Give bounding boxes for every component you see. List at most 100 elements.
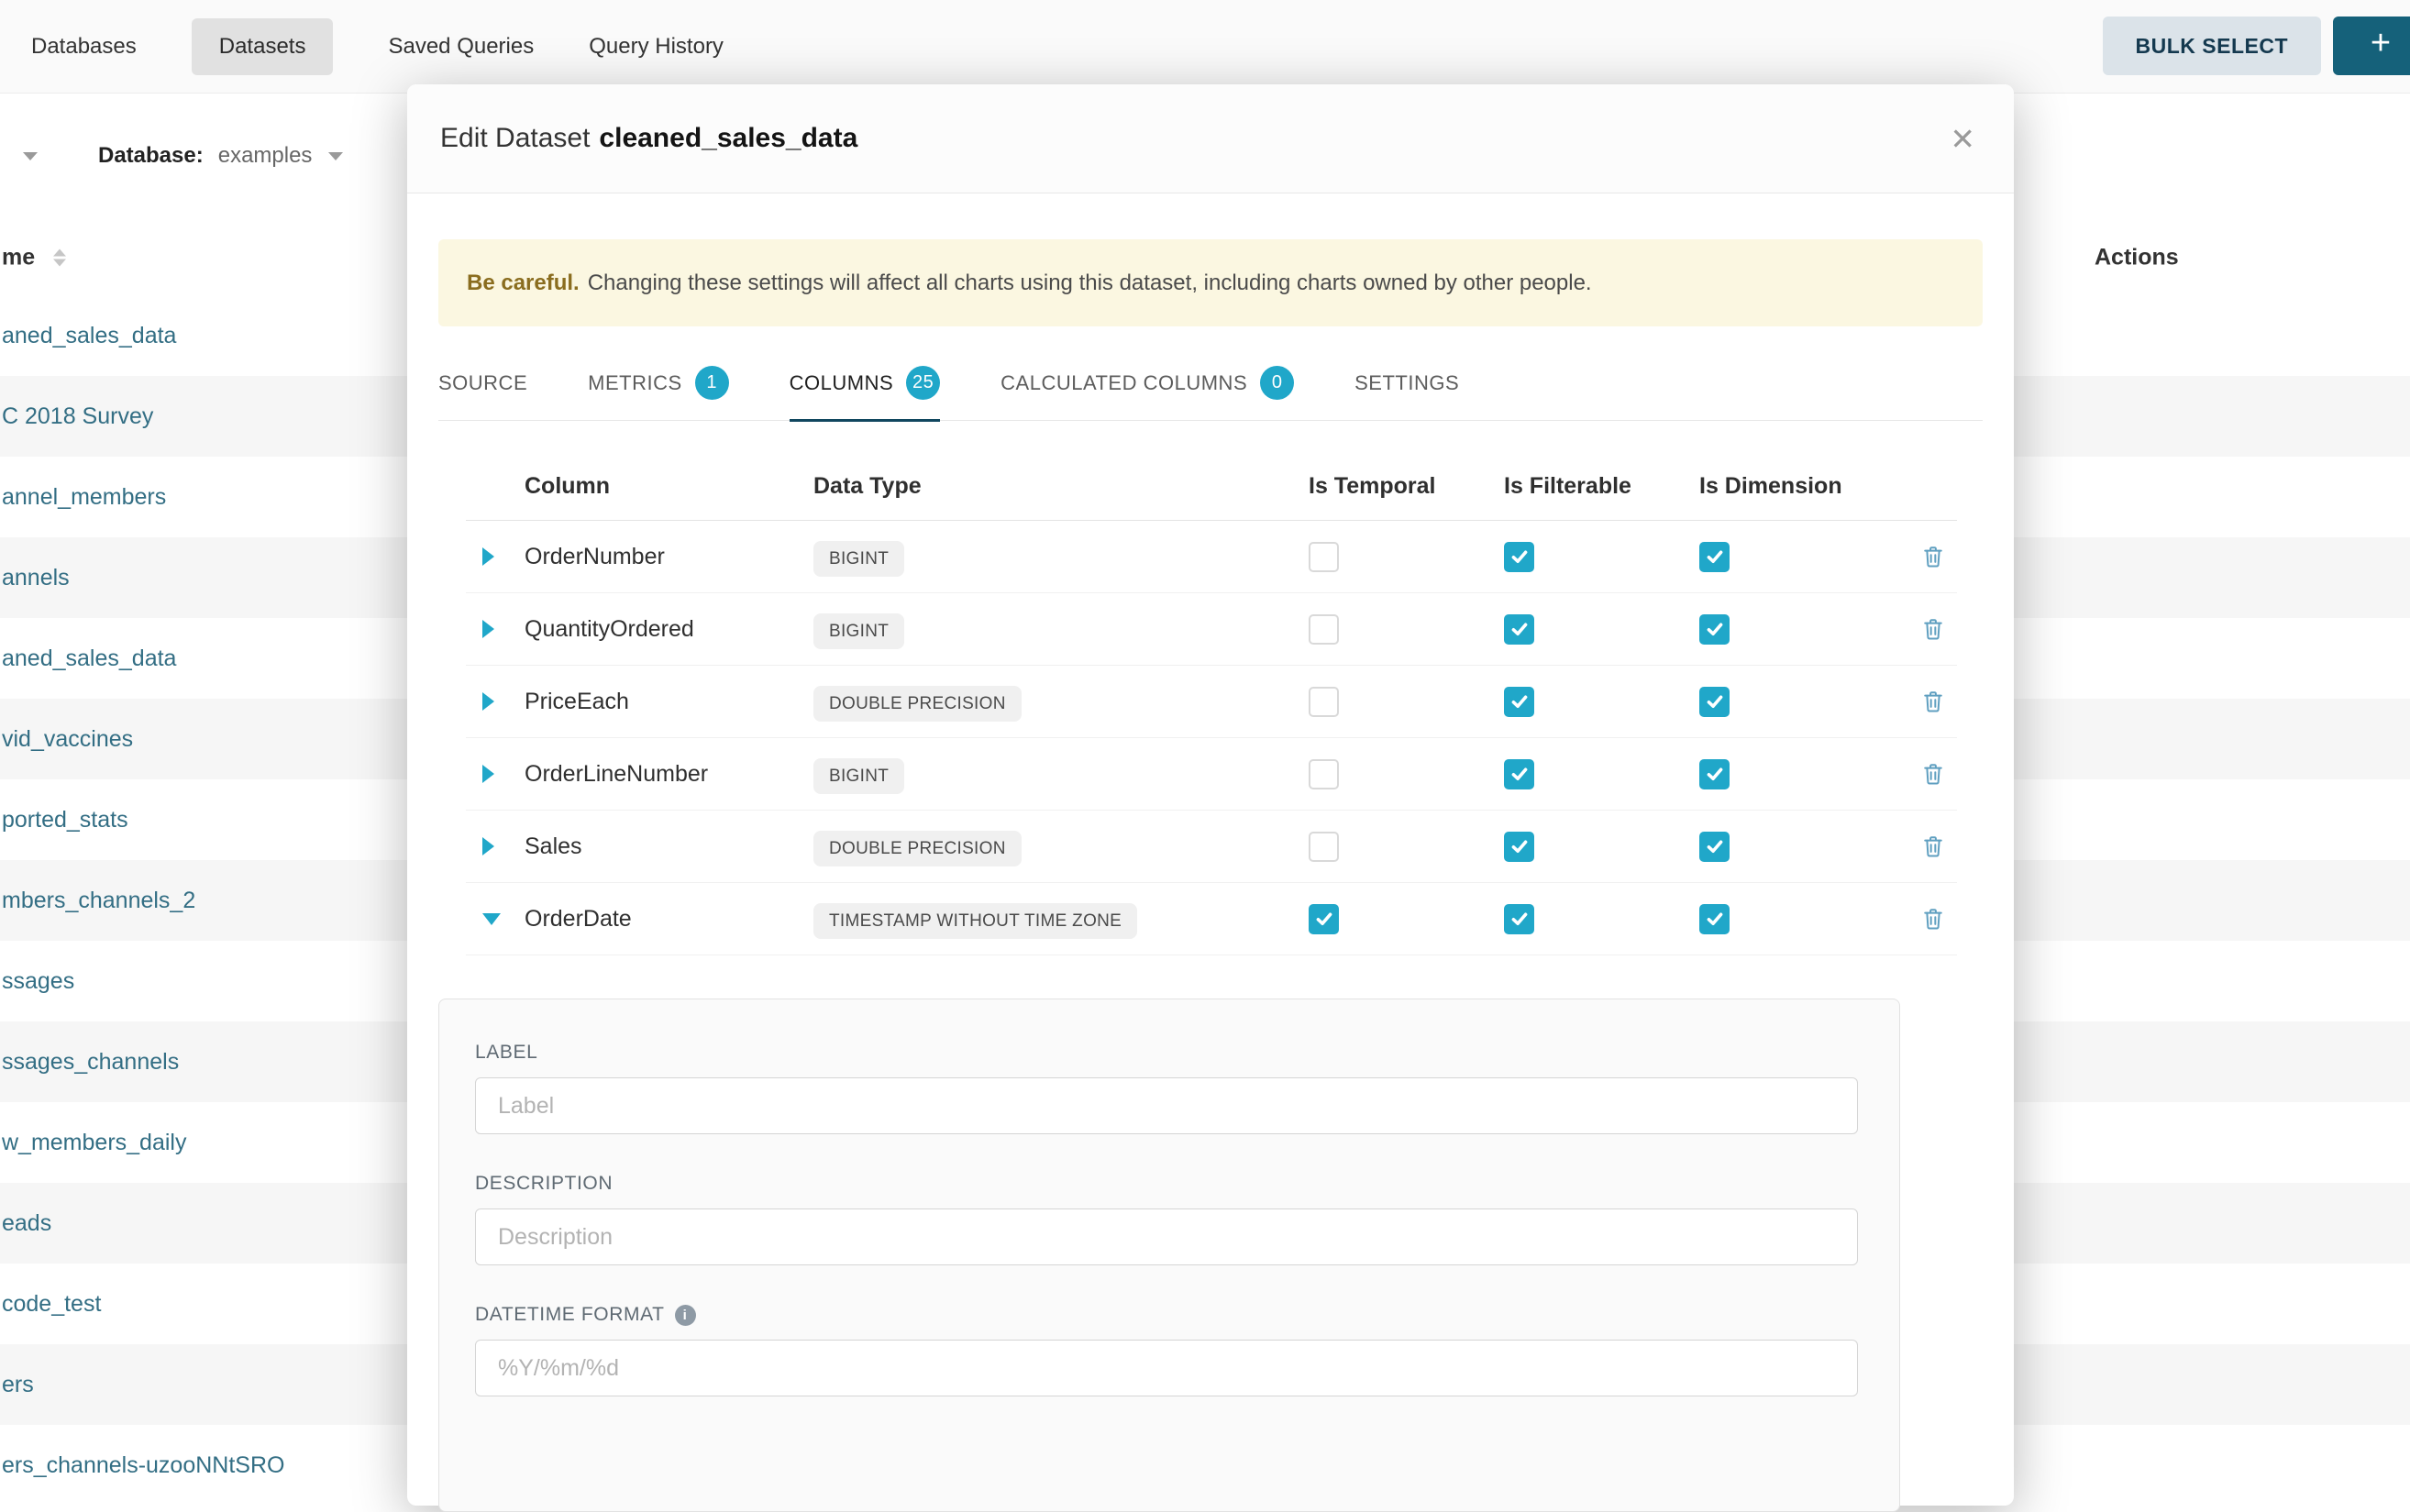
is-filterable-checkbox[interactable]	[1504, 904, 1534, 934]
is-dimension-checkbox[interactable]	[1699, 759, 1730, 789]
dataset-link[interactable]: ssages	[2, 968, 74, 995]
modal-header: Edit Datasetcleaned_sales_data ✕	[407, 84, 2014, 193]
dataset-link[interactable]: w_members_daily	[2, 1130, 186, 1156]
close-icon[interactable]: ✕	[1944, 118, 1981, 160]
sort-desc-icon	[53, 259, 66, 267]
info-icon[interactable]: i	[675, 1305, 696, 1326]
trash-icon[interactable]	[1909, 544, 1957, 569]
is-dimension-checkbox[interactable]	[1699, 687, 1730, 717]
dataset-link[interactable]: ers	[2, 1372, 34, 1398]
is-dimension-checkbox[interactable]	[1699, 832, 1730, 862]
dataset-link[interactable]: C 2018 Survey	[2, 403, 153, 430]
expand-caret-icon[interactable]	[482, 620, 494, 638]
column-row: OrderLineNumber BIGINT	[466, 738, 1957, 811]
trash-icon[interactable]	[1909, 761, 1957, 787]
is-filterable-checkbox[interactable]	[1504, 832, 1534, 862]
metrics-count-badge: 1	[695, 366, 729, 400]
modal-title-prefix: Edit Dataset	[440, 123, 590, 153]
expand-caret-icon[interactable]	[482, 692, 494, 711]
is-filterable-checkbox[interactable]	[1504, 542, 1534, 572]
tab-source[interactable]: SOURCE	[438, 345, 527, 422]
database-filter-label: Database:	[98, 143, 204, 169]
database-filter-value[interactable]: examples	[218, 143, 313, 169]
is-filterable-checkbox[interactable]	[1504, 759, 1534, 789]
dataset-link[interactable]: mbers_channels_2	[2, 888, 195, 914]
trash-icon[interactable]	[1909, 689, 1957, 714]
actions-column-header: Actions	[2095, 245, 2179, 271]
bulk-select-button[interactable]: BULK SELECT	[2103, 17, 2322, 75]
trash-icon[interactable]	[1909, 616, 1957, 642]
is-temporal-header: Is Temporal	[1309, 473, 1504, 500]
is-temporal-checkbox[interactable]	[1309, 542, 1339, 572]
label-field-group: LABEL	[475, 1042, 1858, 1134]
tab-label: SOURCE	[438, 371, 527, 395]
is-filterable-checkbox[interactable]	[1504, 687, 1534, 717]
data-type-pill: BIGINT	[813, 613, 904, 649]
add-button[interactable]: +	[2333, 17, 2410, 75]
data-type-cell: DOUBLE PRECISION	[813, 833, 1022, 860]
column-row: Sales DOUBLE PRECISION	[466, 811, 1957, 883]
tab-metrics[interactable]: METRICS 1	[588, 345, 729, 422]
data-type-cell: BIGINT	[813, 761, 904, 788]
dataset-link[interactable]: ssages_channels	[2, 1049, 179, 1076]
is-temporal-checkbox[interactable]	[1309, 614, 1339, 645]
is-filterable-header: Is Filterable	[1504, 473, 1699, 500]
tab-calculated-columns[interactable]: CALCULATED COLUMNS 0	[1000, 345, 1294, 422]
is-dimension-checkbox[interactable]	[1699, 542, 1730, 572]
is-filterable-checkbox[interactable]	[1504, 614, 1534, 645]
data-type-pill: BIGINT	[813, 758, 904, 794]
is-temporal-checkbox[interactable]	[1309, 904, 1339, 934]
data-type-pill: BIGINT	[813, 541, 904, 577]
dataset-link[interactable]: aned_sales_data	[2, 323, 176, 349]
expand-caret-icon[interactable]	[482, 837, 494, 855]
tab-label: SETTINGS	[1354, 371, 1459, 395]
calculated-columns-count-badge: 0	[1260, 366, 1294, 400]
datetime-format-input[interactable]	[475, 1340, 1858, 1396]
columns-table-header: Column Data Type Is Temporal Is Filterab…	[466, 452, 1957, 521]
column-row: OrderDate TIMESTAMP WITHOUT TIME ZONE	[466, 883, 1957, 955]
tab-settings[interactable]: SETTINGS	[1354, 345, 1459, 422]
modal-tabs: SOURCE METRICS 1 COLUMNS 25 CALCULATED C…	[438, 345, 1983, 421]
expand-caret-icon[interactable]	[482, 547, 494, 566]
dataset-link[interactable]: annel_members	[2, 484, 166, 511]
nav-tab-datasets[interactable]: Datasets	[192, 18, 334, 75]
chevron-down-icon[interactable]	[23, 152, 38, 160]
label-input[interactable]	[475, 1077, 1858, 1134]
tab-label: COLUMNS	[790, 371, 894, 395]
expand-caret-icon[interactable]	[482, 765, 494, 783]
columns-count-badge: 25	[906, 366, 940, 400]
sort-icon[interactable]	[53, 249, 66, 267]
dataset-link[interactable]: ported_stats	[2, 807, 128, 833]
top-nav: Databases Datasets Saved Queries Query H…	[0, 0, 2410, 94]
column-row: OrderNumber BIGINT	[466, 521, 1957, 593]
dataset-link[interactable]: aned_sales_data	[2, 646, 176, 672]
chevron-down-icon[interactable]	[328, 152, 343, 160]
is-temporal-checkbox[interactable]	[1309, 759, 1339, 789]
nav-tab-databases[interactable]: Databases	[31, 34, 137, 60]
datetime-format-field-label: DATETIME FORMAT i	[475, 1304, 1858, 1326]
data-type-cell: BIGINT	[813, 544, 904, 570]
warning-banner-bold: Be careful.	[467, 270, 580, 296]
is-temporal-checkbox[interactable]	[1309, 832, 1339, 862]
label-field-label: LABEL	[475, 1042, 1858, 1064]
is-temporal-checkbox[interactable]	[1309, 687, 1339, 717]
datetime-format-field-group: DATETIME FORMAT i	[475, 1304, 1858, 1396]
column-name: QuantityOrdered	[525, 616, 813, 643]
description-input[interactable]	[475, 1208, 1858, 1265]
tab-label: METRICS	[588, 371, 682, 395]
dataset-link[interactable]: vid_vaccines	[2, 726, 133, 753]
expand-caret-icon[interactable]	[482, 913, 501, 925]
trash-icon[interactable]	[1909, 833, 1957, 859]
data-type-cell: TIMESTAMP WITHOUT TIME ZONE	[813, 906, 1137, 933]
is-dimension-checkbox[interactable]	[1699, 614, 1730, 645]
nav-tab-saved-queries[interactable]: Saved Queries	[388, 34, 534, 60]
trash-icon[interactable]	[1909, 906, 1957, 932]
dataset-link[interactable]: annels	[2, 565, 70, 591]
dataset-link[interactable]: eads	[2, 1210, 51, 1237]
dataset-link[interactable]: code_test	[2, 1291, 101, 1318]
is-dimension-checkbox[interactable]	[1699, 904, 1730, 934]
nav-tab-query-history[interactable]: Query History	[589, 34, 724, 60]
tab-columns[interactable]: COLUMNS 25	[790, 345, 941, 422]
dataset-link[interactable]: ers_channels-uzooNNtSRO	[2, 1452, 284, 1479]
name-column-header[interactable]: me	[2, 245, 35, 271]
